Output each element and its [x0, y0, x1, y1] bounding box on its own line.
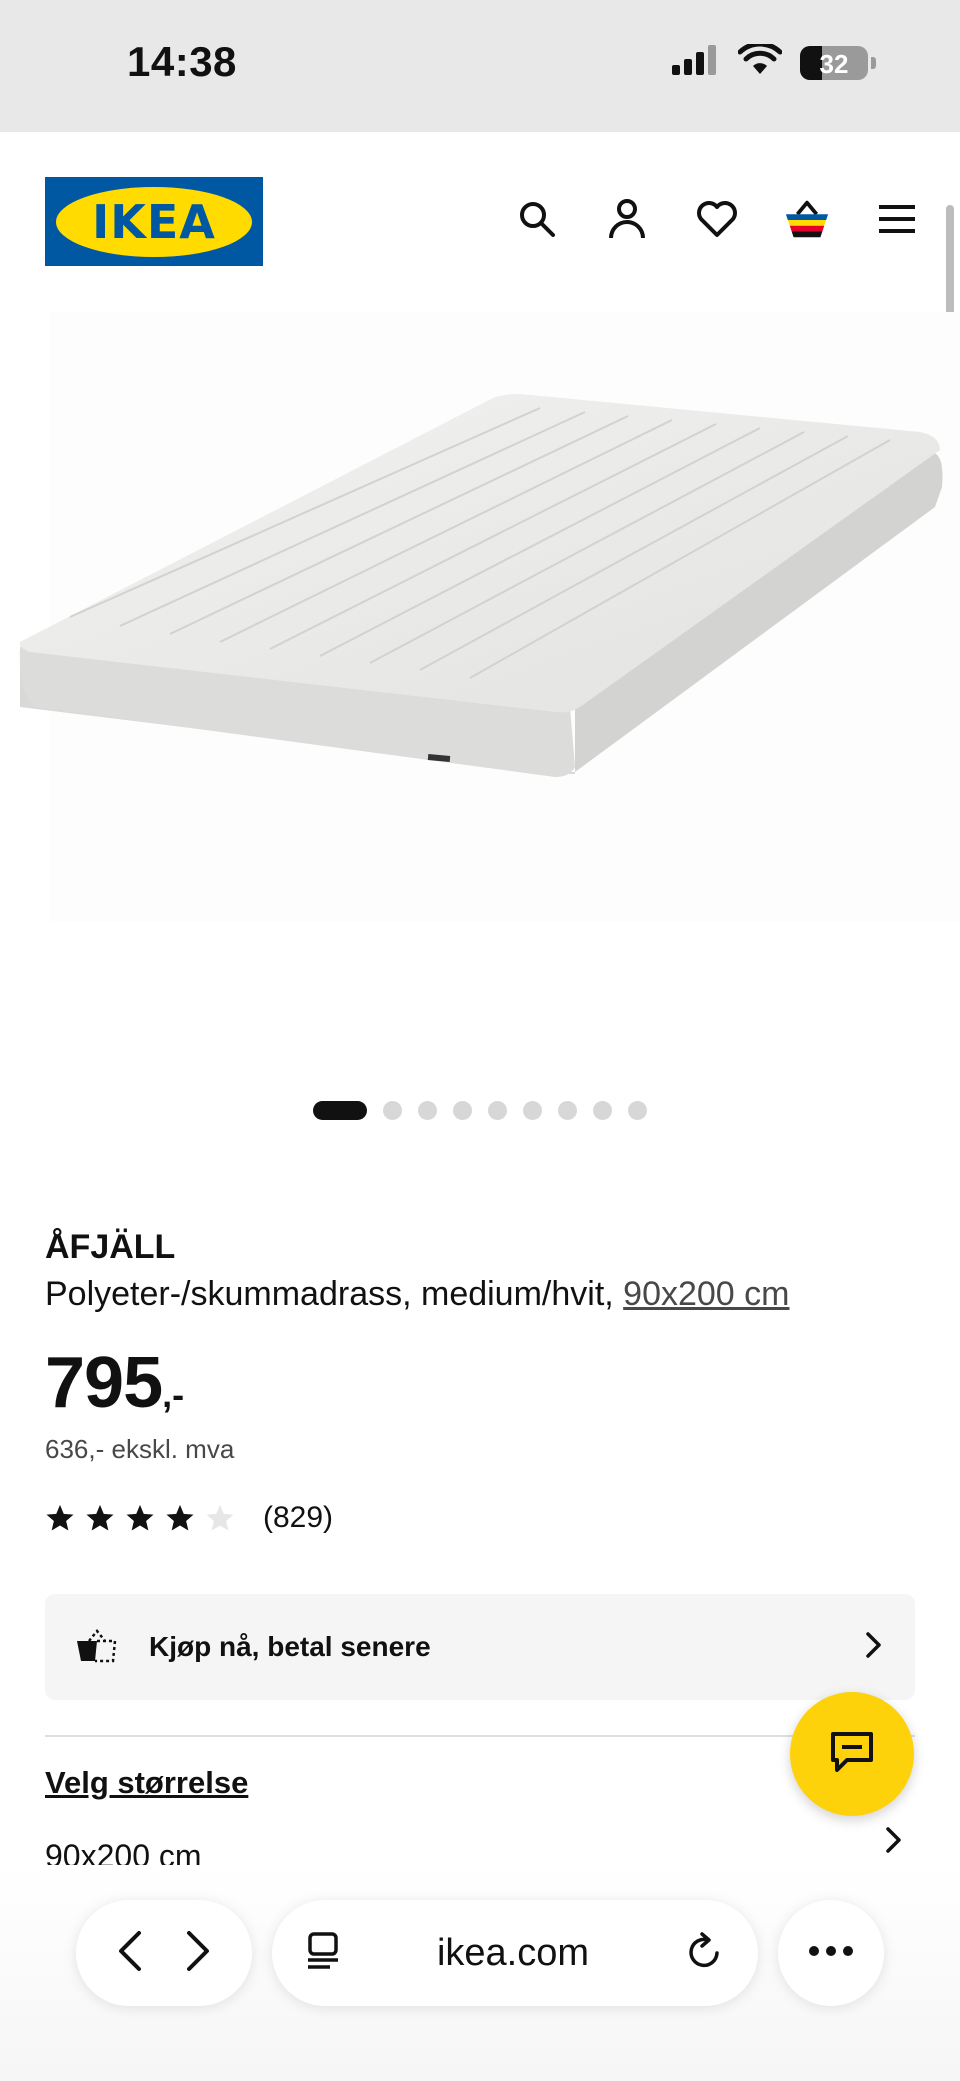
user-icon[interactable] — [604, 196, 650, 242]
review-count: (829) — [263, 1501, 334, 1534]
ikea-logo[interactable]: IKEA — [45, 177, 263, 266]
chevron-right-icon — [863, 1630, 885, 1665]
back-icon[interactable] — [115, 1929, 145, 1978]
rating[interactable]: (829) — [45, 1501, 915, 1535]
status-bar: 14:38 32 — [0, 0, 960, 132]
price: 795 ,- — [45, 1342, 915, 1424]
battery-icon: 32 — [800, 45, 868, 80]
heart-icon[interactable] — [694, 196, 740, 242]
carousel-dot[interactable] — [523, 1100, 542, 1120]
buy-now-pay-later-button[interactable]: Kjøp nå, betal senere — [45, 1594, 915, 1700]
star-empty-icon — [206, 1504, 234, 1531]
image-carousel-dots — [0, 1100, 960, 1120]
product-description: Polyeter-/skummadrass, medium/hvit, 90x2… — [45, 1275, 915, 1314]
forward-icon[interactable] — [183, 1929, 213, 1978]
carousel-dot[interactable] — [418, 1100, 437, 1120]
carousel-dot[interactable] — [558, 1100, 577, 1120]
browser-nav-pill — [76, 1900, 252, 2006]
chevron-right-icon — [883, 1825, 905, 1860]
cart-icon[interactable] — [784, 196, 830, 242]
selected-size: 90x200 cm — [45, 1838, 202, 1865]
reload-icon[interactable] — [686, 1931, 724, 1976]
size-selector-title: Velg størrelse — [45, 1765, 249, 1800]
cellular-signal-icon — [672, 45, 720, 80]
search-icon[interactable] — [514, 196, 560, 242]
product-info: ÅFJÄLL Polyeter-/skummadrass, medium/hvi… — [45, 1228, 915, 1535]
chat-button[interactable] — [790, 1692, 914, 1816]
carousel-dot[interactable] — [628, 1100, 647, 1120]
size-selector[interactable]: Velg størrelse 90x200 cm — [45, 1765, 915, 1865]
browser-toolbar: ikea.com — [0, 1865, 960, 2081]
battery-level: 32 — [819, 48, 849, 79]
url-text: ikea.com — [436, 1931, 590, 1974]
star-filled-icon — [86, 1504, 114, 1531]
site-header: IKEA — [0, 132, 960, 312]
carousel-dot[interactable] — [453, 1100, 472, 1120]
carousel-dot[interactable] — [313, 1100, 367, 1120]
product-name: ÅFJÄLL — [45, 1228, 176, 1266]
status-time: 14:38 — [127, 38, 237, 85]
star-filled-icon — [46, 1504, 74, 1531]
size-link[interactable]: 90x200 cm — [623, 1275, 789, 1313]
price-suffix: ,- — [162, 1374, 185, 1415]
logo-text: IKEA — [92, 194, 216, 249]
ellipsis-icon — [808, 1944, 854, 1962]
price-amount: 795 — [45, 1343, 163, 1423]
carousel-dot[interactable] — [383, 1100, 402, 1120]
chat-bubble-icon — [829, 1730, 875, 1779]
status-icons: 32 — [672, 41, 876, 81]
payment-basket-icon — [75, 1627, 119, 1668]
header-icons — [514, 196, 920, 242]
bnpl-label: Kjøp nå, betal senere — [149, 1631, 431, 1662]
reader-icon[interactable] — [306, 1931, 340, 1976]
battery-tip — [871, 56, 876, 69]
more-options-button[interactable] — [778, 1900, 884, 2006]
divider — [45, 1735, 915, 1737]
star-filled-icon — [166, 1504, 194, 1531]
menu-icon[interactable] — [874, 196, 920, 242]
star-filled-icon — [126, 1504, 154, 1531]
carousel-dot[interactable] — [488, 1100, 507, 1120]
carousel-dot[interactable] — [593, 1100, 612, 1120]
wifi-icon — [737, 41, 783, 81]
product-description-text: Polyeter-/skummadrass, medium/hvit, — [45, 1275, 624, 1313]
rating-stars — [45, 1503, 235, 1533]
price-ex-vat: 636,- ekskl. mva — [45, 1434, 235, 1464]
product-image[interactable] — [0, 312, 960, 1072]
address-bar[interactable]: ikea.com — [272, 1900, 758, 2006]
